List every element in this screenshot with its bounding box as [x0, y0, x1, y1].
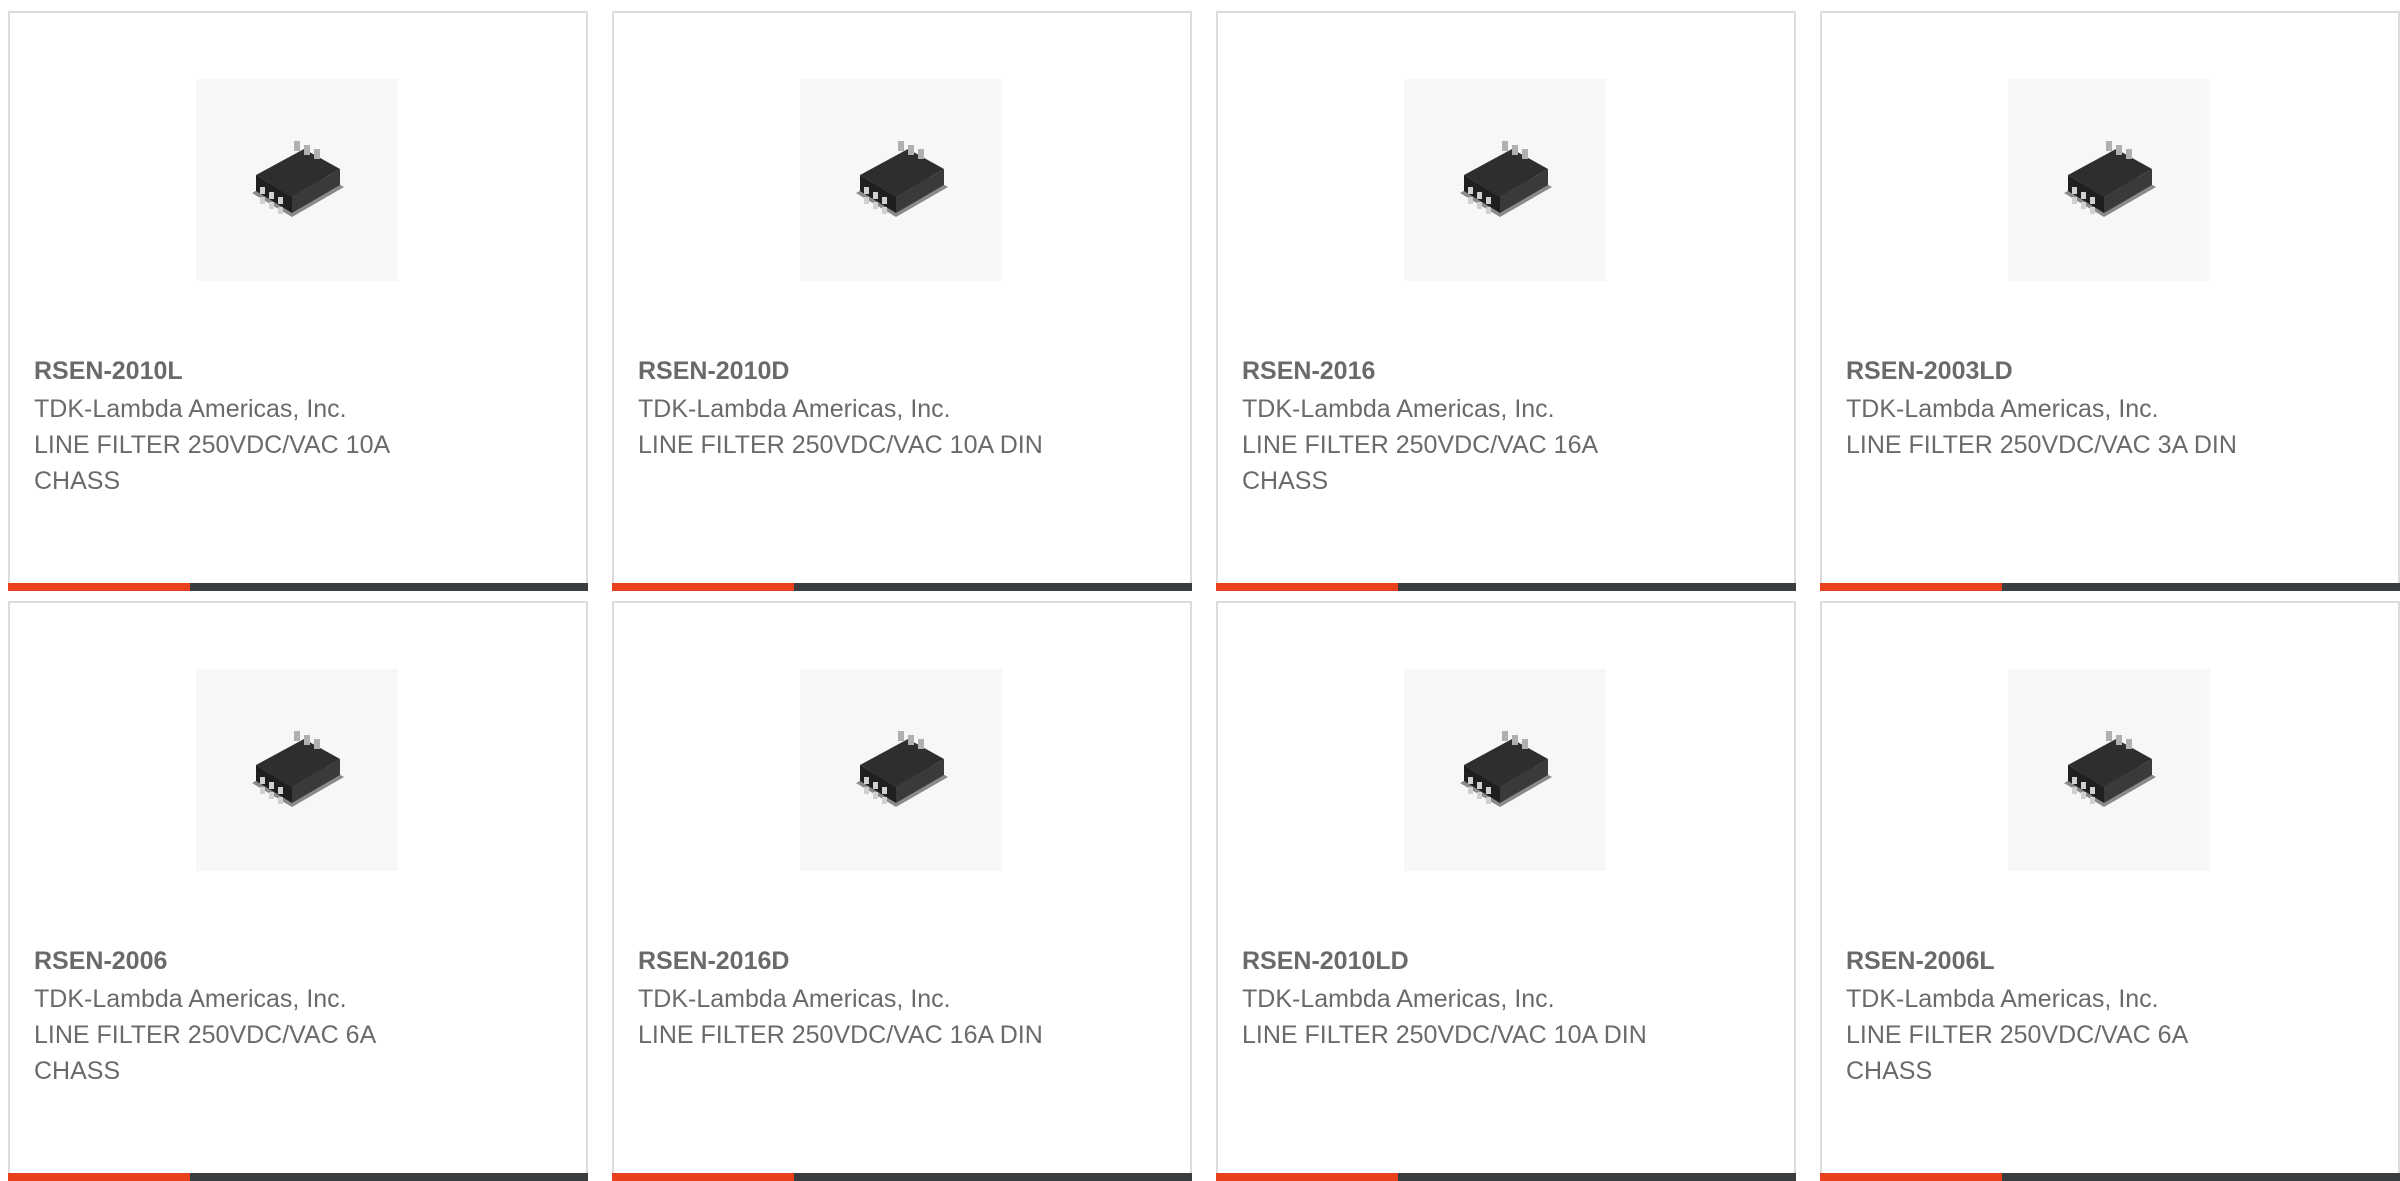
line-filter-icon	[856, 141, 948, 217]
manufacturer: TDK-Lambda Americas, Inc.	[34, 985, 347, 1013]
description: LINE FILTER 250VDC/VAC 10A DIN	[1242, 1021, 1647, 1049]
part-number[interactable]: RSEN-2006L	[1846, 943, 2374, 979]
manufacturer: TDK-Lambda Americas, Inc.	[638, 985, 951, 1013]
product-image[interactable]	[800, 79, 1002, 281]
product-card[interactable]: RSEN-2010LD TDK-Lambda Americas, Inc. LI…	[1216, 601, 1796, 1181]
line-filter-icon	[1460, 141, 1552, 217]
part-number[interactable]: RSEN-2016	[1242, 353, 1770, 389]
product-image[interactable]	[1404, 669, 1606, 871]
product-card[interactable]: RSEN-2003LD TDK-Lambda Americas, Inc. LI…	[1820, 11, 2400, 591]
manufacturer: TDK-Lambda Americas, Inc.	[1846, 985, 2159, 1013]
part-number[interactable]: RSEN-2016D	[638, 943, 1166, 979]
product-image[interactable]	[196, 669, 398, 871]
line-filter-icon	[252, 731, 344, 807]
description: LINE FILTER 250VDC/VAC 10A CHASS	[34, 431, 389, 495]
description: LINE FILTER 250VDC/VAC 16A CHASS	[1242, 431, 1597, 495]
card-bottom-bar	[1216, 583, 1796, 591]
part-number[interactable]: RSEN-2010D	[638, 353, 1166, 389]
product-image[interactable]	[2008, 669, 2210, 871]
card-accent-bar	[1820, 1173, 2002, 1181]
line-filter-icon	[252, 141, 344, 217]
card-bottom-bar	[612, 1173, 1192, 1181]
manufacturer: TDK-Lambda Americas, Inc.	[1242, 395, 1555, 423]
part-number[interactable]: RSEN-2003LD	[1846, 353, 2374, 389]
line-filter-icon	[2064, 731, 2156, 807]
card-accent-bar	[8, 1173, 190, 1181]
product-image[interactable]	[800, 669, 1002, 871]
card-bottom-bar	[1216, 1173, 1796, 1181]
manufacturer: TDK-Lambda Americas, Inc.	[1242, 985, 1555, 1013]
product-image[interactable]	[196, 79, 398, 281]
card-accent-bar	[612, 1173, 794, 1181]
line-filter-icon	[1460, 731, 1552, 807]
part-number[interactable]: RSEN-2010L	[34, 353, 562, 389]
manufacturer: TDK-Lambda Americas, Inc.	[638, 395, 951, 423]
line-filter-icon	[856, 731, 948, 807]
manufacturer: TDK-Lambda Americas, Inc.	[34, 395, 347, 423]
card-accent-bar	[1216, 583, 1398, 591]
product-image[interactable]	[2008, 79, 2210, 281]
card-bottom-bar	[1820, 583, 2400, 591]
card-bottom-bar	[1820, 1173, 2400, 1181]
description: LINE FILTER 250VDC/VAC 6A CHASS	[1846, 1021, 2187, 1085]
description: LINE FILTER 250VDC/VAC 10A DIN	[638, 431, 1043, 459]
card-accent-bar	[612, 583, 794, 591]
card-bottom-bar	[612, 583, 1192, 591]
description: LINE FILTER 250VDC/VAC 6A CHASS	[34, 1021, 375, 1085]
product-card[interactable]: RSEN-2016 TDK-Lambda Americas, Inc. LINE…	[1216, 11, 1796, 591]
description: LINE FILTER 250VDC/VAC 16A DIN	[638, 1021, 1043, 1049]
description: LINE FILTER 250VDC/VAC 3A DIN	[1846, 431, 2237, 459]
product-card[interactable]: RSEN-2006L TDK-Lambda Americas, Inc. LIN…	[1820, 601, 2400, 1181]
card-bottom-bar	[8, 583, 588, 591]
product-card[interactable]: RSEN-2010D TDK-Lambda Americas, Inc. LIN…	[612, 11, 1192, 591]
card-accent-bar	[1216, 1173, 1398, 1181]
card-accent-bar	[8, 583, 190, 591]
product-card[interactable]: RSEN-2016D TDK-Lambda Americas, Inc. LIN…	[612, 601, 1192, 1181]
product-card[interactable]: RSEN-2010L TDK-Lambda Americas, Inc. LIN…	[8, 11, 588, 591]
product-card[interactable]: RSEN-2006 TDK-Lambda Americas, Inc. LINE…	[8, 601, 588, 1181]
manufacturer: TDK-Lambda Americas, Inc.	[1846, 395, 2159, 423]
product-grid: RSEN-2010L TDK-Lambda Americas, Inc. LIN…	[8, 11, 2400, 1181]
part-number[interactable]: RSEN-2006	[34, 943, 562, 979]
product-image[interactable]	[1404, 79, 1606, 281]
line-filter-icon	[2064, 141, 2156, 217]
card-accent-bar	[1820, 583, 2002, 591]
part-number[interactable]: RSEN-2010LD	[1242, 943, 1770, 979]
card-bottom-bar	[8, 1173, 588, 1181]
